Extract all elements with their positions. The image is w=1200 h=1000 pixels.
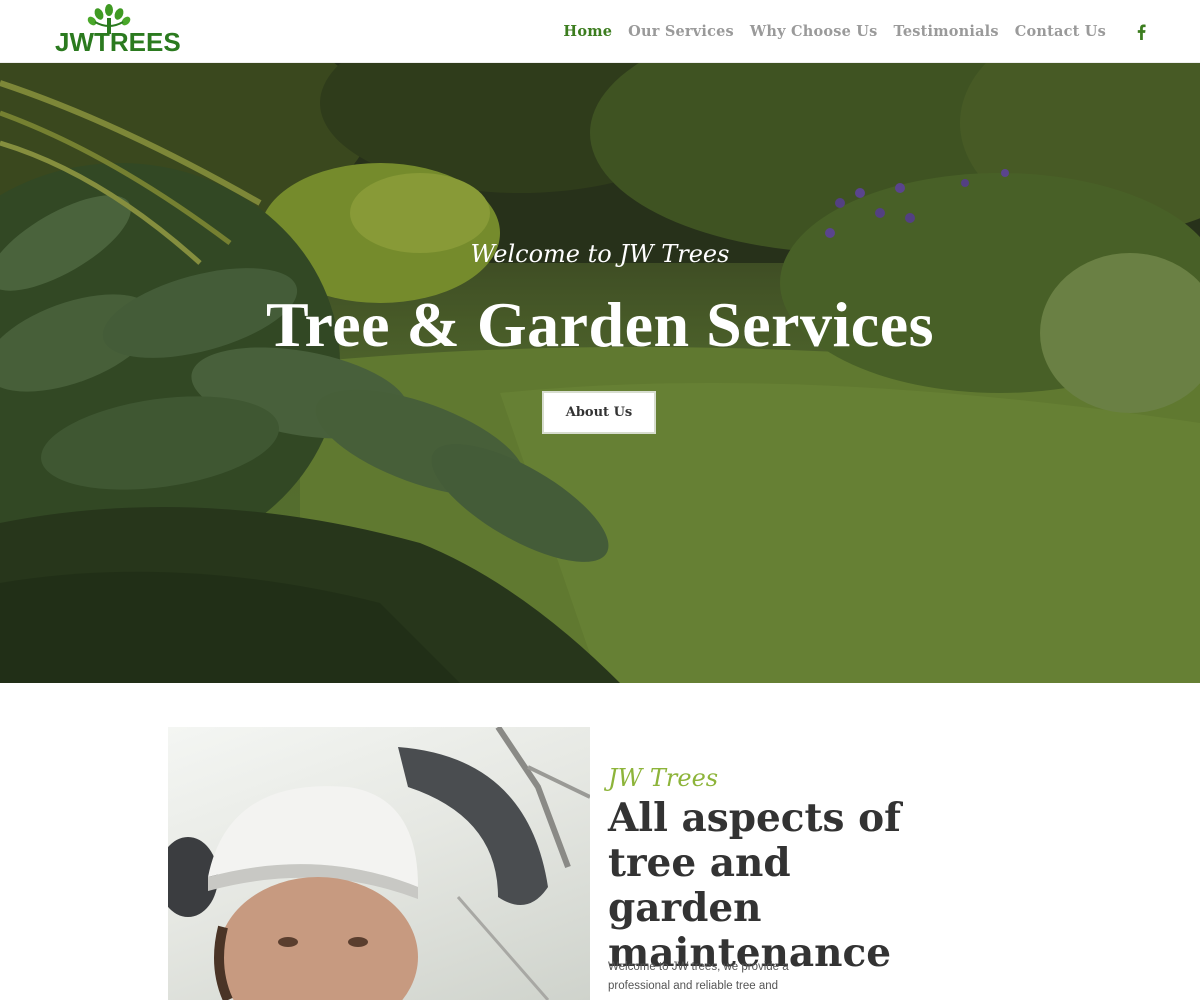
nav-item-home[interactable]: Home — [563, 23, 612, 40]
about-us-button[interactable]: About Us — [542, 391, 656, 434]
nav-item-contact-us[interactable]: Contact Us — [1015, 23, 1106, 40]
hero-subtitle: Welcome to JW Trees — [470, 240, 730, 268]
site-header: JWTREES Home Our Services Why Choose Us … — [0, 0, 1200, 63]
hero-section: Welcome to JW Trees Tree & Garden Servic… — [0, 63, 1200, 683]
nav-item-why-choose-us[interactable]: Why Choose Us — [750, 23, 878, 40]
nav-item-testimonials[interactable]: Testimonials — [894, 23, 999, 40]
main-nav: Home Our Services Why Choose Us Testimon… — [547, 0, 1200, 63]
about-tagline: JW Trees — [608, 764, 719, 792]
about-heading: All aspects of tree and garden maintenan… — [608, 795, 901, 976]
logo[interactable]: JWTREES — [55, 4, 181, 56]
arborist-photo — [168, 727, 590, 1000]
facebook-icon[interactable] — [1134, 23, 1148, 41]
hero-overlay — [0, 63, 1200, 683]
logo-text: JWTREES — [55, 27, 181, 57]
hero-title: Tree & Garden Services — [266, 289, 934, 360]
about-text: Welcome to JW trees, we provide a profes… — [608, 961, 789, 992]
nav-item-our-services[interactable]: Our Services — [628, 23, 734, 40]
